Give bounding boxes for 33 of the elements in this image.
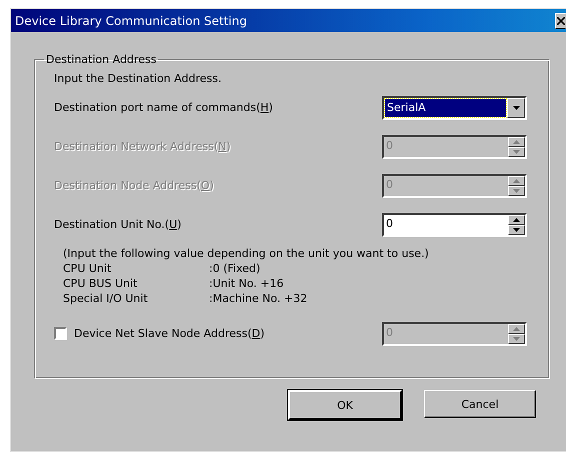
- unit-value: :Machine No. +32: [209, 291, 308, 306]
- up-arrow-icon: [513, 140, 520, 144]
- up-arrow-icon: [513, 326, 520, 330]
- spin-up-button[interactable]: [508, 214, 525, 224]
- down-arrow-icon: [513, 150, 520, 154]
- down-arrow-icon: [512, 106, 520, 110]
- close-icon: [557, 16, 565, 24]
- window-title: Device Library Communication Setting: [15, 14, 248, 28]
- field-label: Destination Unit No.(U): [54, 218, 182, 231]
- dialog-button[interactable]: OK: [288, 390, 402, 420]
- unit-name: CPU Unit: [63, 261, 112, 276]
- up-arrow-icon: [513, 178, 520, 182]
- note-text: (Input the following value depending on the unit you want to use.): [63, 246, 430, 261]
- number-spinner[interactable]: 0: [382, 212, 527, 236]
- unit-name: Special I/O Unit: [63, 291, 149, 306]
- field-label: Destination Node Address(O): [54, 179, 214, 192]
- checkbox-label: Device Net Slave Node Address(D): [74, 327, 265, 340]
- dropdown[interactable]: SerialA: [382, 96, 527, 120]
- unit-value: :0 (Fixed): [209, 261, 262, 276]
- spin-down-button[interactable]: [508, 224, 525, 234]
- group-title: Destination Address: [45, 53, 158, 66]
- up-arrow-icon: [513, 218, 520, 222]
- dropdown-button[interactable]: [507, 98, 525, 118]
- field-label: Destination port name of commands(H): [54, 101, 273, 114]
- down-arrow-icon: [513, 336, 520, 340]
- down-arrow-icon: [513, 228, 520, 232]
- instruction-text: Input the Destination Address.: [54, 72, 222, 85]
- unit-name: CPU BUS Unit: [63, 276, 138, 291]
- down-arrow-icon: [513, 188, 520, 192]
- close-button[interactable]: [555, 12, 566, 28]
- unit-value: :Unit No. +16: [209, 276, 285, 291]
- field-label: Destination Network Address(N): [54, 140, 231, 153]
- dialog-button[interactable]: Cancel: [424, 390, 536, 418]
